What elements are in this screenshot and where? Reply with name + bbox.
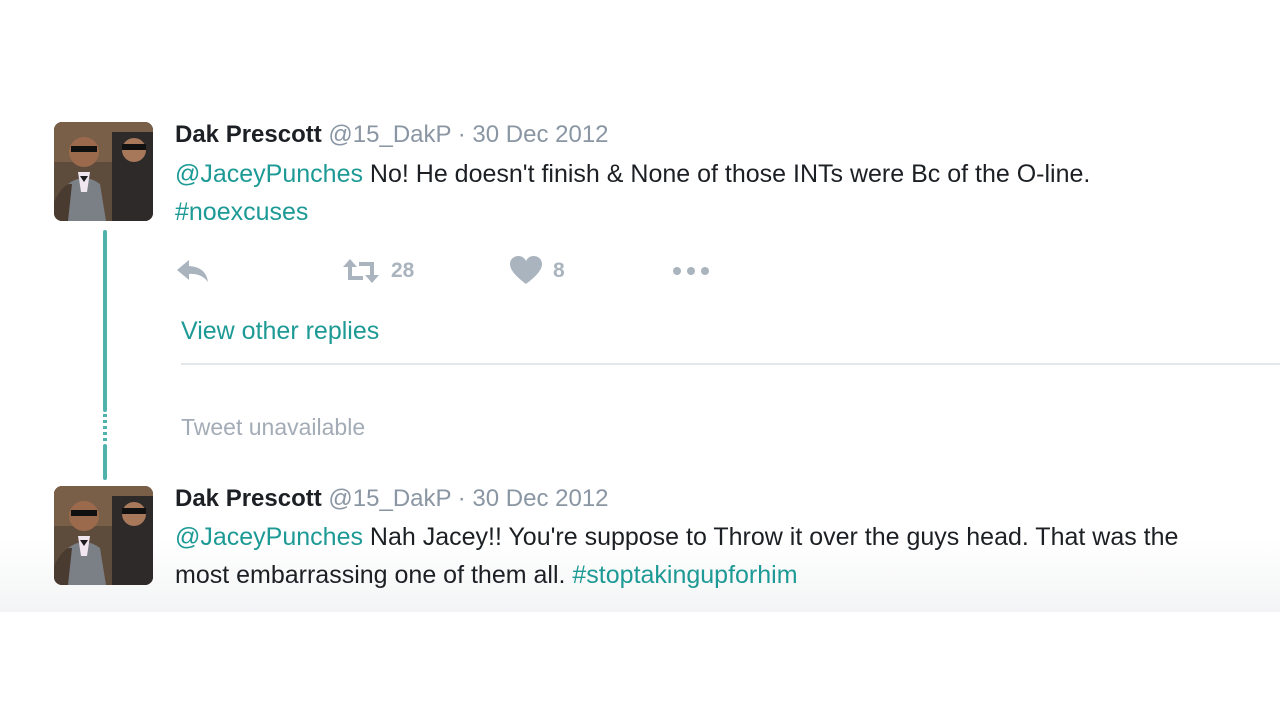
tweet-unavailable-text: Tweet unavailable — [181, 414, 366, 440]
mention-link[interactable]: @JaceyPunches — [175, 523, 363, 551]
tweet-header: Dak Prescott @15_DakP · 30 Dec 2012 — [175, 484, 609, 514]
thread-line-lower — [103, 444, 107, 480]
hashtag-link[interactable]: #noexcuses — [175, 198, 308, 226]
tweet-header: Dak Prescott @15_DakP · 30 Dec 2012 — [175, 120, 609, 150]
thread-gap-dots — [103, 414, 107, 442]
retweet-count: 28 — [391, 259, 415, 282]
more-icon — [673, 267, 709, 275]
avatar[interactable] — [54, 486, 153, 585]
tweet-text: @JaceyPunches No! He doesn't finish & No… — [175, 155, 1205, 231]
heart-icon — [510, 256, 542, 284]
author-name[interactable]: Dak Prescott — [175, 121, 322, 148]
reply-icon — [177, 260, 208, 282]
hashtag-link[interactable]: #stoptakingupforhim — [572, 561, 797, 589]
tweet-date[interactable]: 30 Dec 2012 — [472, 121, 608, 148]
avatar[interactable] — [54, 122, 153, 221]
author-name[interactable]: Dak Prescott — [175, 485, 322, 512]
tweet-actions: 28 8 — [175, 254, 735, 288]
tweet-text: @JaceyPunches Nah Jacey!! You're suppose… — [175, 518, 1205, 594]
author-handle[interactable]: @15_DakP — [328, 121, 451, 148]
view-other-replies-link[interactable]: View other replies — [181, 314, 379, 348]
more-button[interactable] — [671, 254, 711, 288]
tweet-body: No! He doesn't finish & None of those IN… — [362, 160, 1091, 188]
retweet-icon — [343, 259, 379, 283]
thread-line — [103, 230, 107, 412]
mention-link[interactable]: @JaceyPunches — [175, 160, 363, 188]
reply-button[interactable] — [175, 254, 211, 288]
retweet-button[interactable]: 28 — [341, 254, 414, 288]
author-handle[interactable]: @15_DakP — [328, 485, 451, 512]
divider — [181, 363, 1280, 365]
like-button[interactable]: 8 — [509, 254, 565, 288]
tweet-date[interactable]: 30 Dec 2012 — [472, 485, 608, 512]
separator: · — [451, 121, 473, 148]
like-count: 8 — [553, 259, 565, 282]
separator: · — [451, 485, 473, 512]
